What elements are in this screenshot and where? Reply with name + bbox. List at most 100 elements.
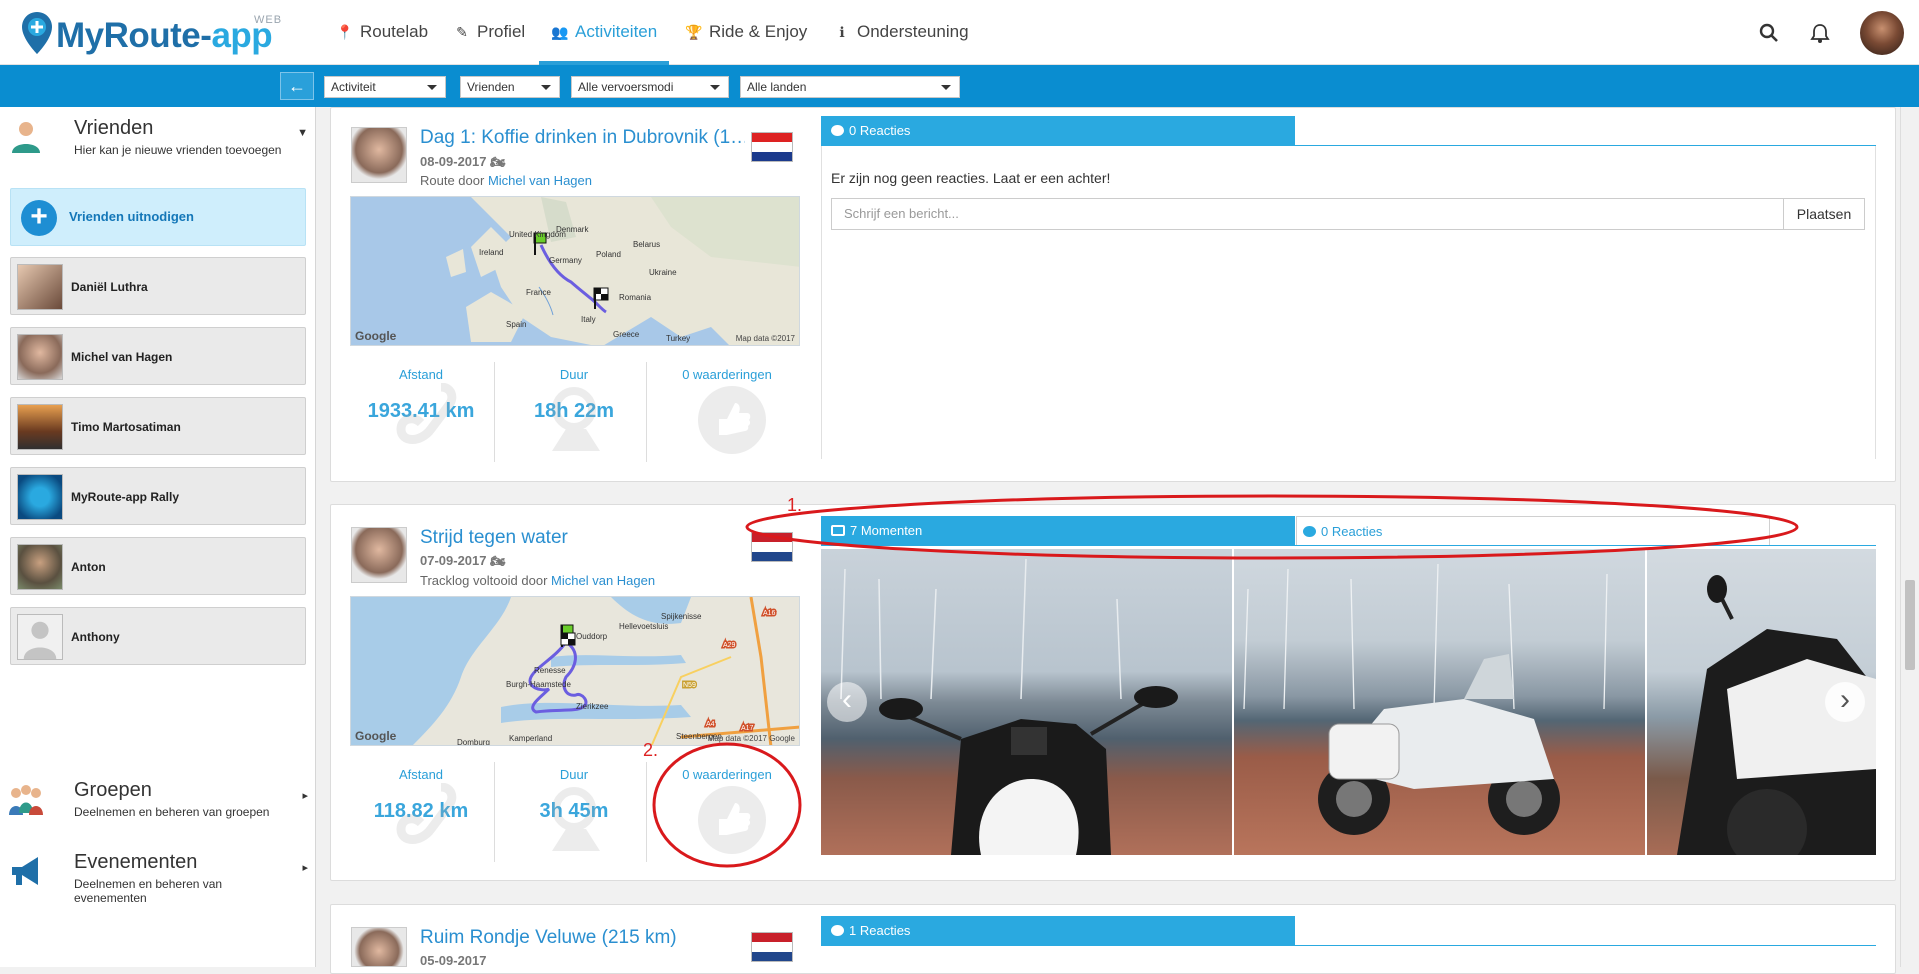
map-label: Spain: [506, 320, 526, 329]
motorcycle-photo-1: [840, 558, 1178, 855]
tab-label: 0 Reacties: [1321, 524, 1383, 539]
author-avatar[interactable]: [351, 127, 407, 183]
search-icon[interactable]: [1758, 22, 1780, 44]
app-logo[interactable]: MyRoute-app WEB: [16, 8, 296, 60]
carousel-prev-icon[interactable]: ‹: [827, 682, 867, 722]
google-logo: Google: [355, 729, 397, 743]
nav-label: Profiel: [477, 22, 526, 41]
author-link[interactable]: Michel van Hagen: [488, 173, 592, 188]
motorcycle-icon: 🏍: [490, 554, 506, 568]
annotation-label-1: 1.: [787, 495, 803, 515]
page-scrollbar[interactable]: [1900, 107, 1919, 967]
author-avatar[interactable]: [351, 527, 407, 583]
section-title: Evenementen: [74, 851, 198, 873]
tab-label: 0 Reacties: [849, 123, 911, 138]
post-button[interactable]: Plaatsen: [1783, 198, 1865, 230]
nav-ondersteuning[interactable]: ℹ Ondersteuning: [833, 0, 968, 64]
chat-bubble-icon: [831, 925, 844, 936]
chat-bubble-icon: [831, 125, 844, 136]
invite-friends-button[interactable]: + Vrienden uitnodigen: [10, 188, 306, 246]
friend-item[interactable]: MyRoute-app Rally: [10, 467, 306, 525]
nav-label: Activiteiten: [575, 22, 658, 41]
activity-title[interactable]: Dag 1: Koffie drinken in Dubrovnik (1…: [420, 127, 745, 149]
filter-transport-select[interactable]: Alle vervoersmodi: [571, 76, 729, 98]
events-section-header[interactable]: Evenementen Deelnemen en beheren van eve…: [8, 847, 308, 907]
stat-ratings[interactable]: 0 waarderingen: [652, 761, 802, 861]
date-text: 07-09-2017: [420, 553, 487, 568]
map-label: Germany: [549, 256, 582, 265]
activity-title[interactable]: Strijd tegen water: [420, 527, 745, 549]
nav-routelab[interactable]: 📍 Routelab: [336, 0, 428, 64]
flag-stripe: [752, 551, 792, 561]
map-label: Domburg: [457, 738, 490, 746]
groups-icon: [9, 785, 43, 815]
friend-item[interactable]: Timo Martosatiman: [10, 397, 306, 455]
tab-underline: [821, 945, 1876, 946]
sidebar: Vrienden Hier kan je nieuwe vrienden toe…: [0, 107, 316, 967]
friend-avatar: [17, 544, 63, 590]
tab-momenten[interactable]: 7 Momenten: [821, 516, 1295, 546]
flag-stripe: [752, 542, 792, 552]
map-label: Denmark: [556, 225, 589, 234]
author-avatar[interactable]: [351, 927, 407, 967]
flag-netherlands-icon: [751, 532, 793, 562]
section-subtitle: Hier kan je nieuwe vrienden toevoegen: [74, 143, 282, 157]
route-map[interactable]: Spijkenisse Hellevoetsluis Ouddorp Renes…: [350, 596, 800, 746]
tab-reacties[interactable]: 1 Reacties: [821, 916, 1295, 946]
route-prefix: Route door: [420, 173, 488, 188]
map-label: Spijkenisse: [661, 612, 702, 621]
activity-date: 05-09-2017: [420, 953, 487, 968]
select-value: Vrienden: [467, 80, 515, 94]
friend-item[interactable]: Anthony: [10, 607, 306, 665]
user-avatar[interactable]: [1860, 11, 1904, 55]
filter-countries-select[interactable]: Alle landen: [740, 76, 960, 98]
stat-ratings[interactable]: 0 waarderingen: [652, 361, 802, 461]
map-label: Hellevoetsluis: [619, 622, 668, 631]
stat-label: Duur: [559, 767, 589, 782]
message-input[interactable]: Schrijf een bericht...: [831, 198, 1784, 230]
web-badge: WEB: [254, 14, 283, 26]
map-label: A17: [741, 725, 754, 732]
friends-section-header[interactable]: Vrienden Hier kan je nieuwe vrienden toe…: [8, 113, 308, 173]
moment-photo[interactable]: [1234, 549, 1645, 855]
date-text: 05-09-2017: [420, 953, 487, 968]
filter-activity-select[interactable]: Activiteit: [324, 76, 446, 98]
scrollbar-thumb[interactable]: [1905, 580, 1915, 670]
nav-activiteiten[interactable]: 👥 Activiteiten: [538, 0, 670, 65]
nav-ride-enjoy[interactable]: 🏆 Ride & Enjoy: [685, 0, 807, 64]
duration-bg-icon: [552, 787, 600, 851]
friend-item[interactable]: Anton: [10, 537, 306, 595]
moment-photo[interactable]: [821, 549, 1232, 855]
groups-section-header[interactable]: Groepen Deelnemen en beheren van groepen…: [8, 775, 308, 835]
map-label: A29: [723, 642, 736, 649]
camera-icon: [831, 525, 845, 536]
author-link[interactable]: Michel van Hagen: [551, 573, 655, 588]
back-arrow-icon[interactable]: ←: [280, 72, 314, 100]
map-label: Zierikzee: [576, 702, 609, 711]
route-bg-icon: [396, 783, 457, 844]
tab-reacties[interactable]: 0 Reacties: [821, 116, 1295, 146]
activity-title[interactable]: Ruim Rondje Veluwe (215 km): [420, 927, 745, 949]
carousel-next-icon[interactable]: ›: [1825, 682, 1865, 722]
brand-name: MyRoute-app: [56, 16, 273, 55]
map-label: Belarus: [633, 240, 660, 249]
megaphone-icon: [12, 857, 38, 885]
filter-friends-select[interactable]: Vrienden: [460, 76, 560, 98]
flag-stripe: [752, 942, 792, 952]
route-map[interactable]: Ireland United Kingdom Denmark Poland Be…: [350, 196, 800, 346]
info-icon: ℹ: [839, 24, 845, 40]
chat-bubble-icon: [1303, 526, 1316, 537]
nav-profiel[interactable]: ✎ Profiel: [453, 0, 525, 64]
tab-reacties[interactable]: 0 Reacties: [1296, 516, 1770, 546]
map-label: Poland: [596, 250, 621, 259]
caret-right-icon: ▸: [302, 790, 308, 802]
friend-avatar: [17, 474, 63, 520]
friend-item[interactable]: Daniël Luthra: [10, 257, 306, 315]
friend-item[interactable]: Michel van Hagen: [10, 327, 306, 385]
select-value: Alle vervoersmodi: [578, 80, 674, 94]
select-value: Activiteit: [331, 80, 376, 94]
bell-icon[interactable]: [1809, 22, 1831, 44]
activity-route: Tracklog voltooid door Michel van Hagen: [420, 573, 655, 588]
stat-divider: [646, 762, 647, 862]
section-title: Groepen: [74, 779, 152, 801]
